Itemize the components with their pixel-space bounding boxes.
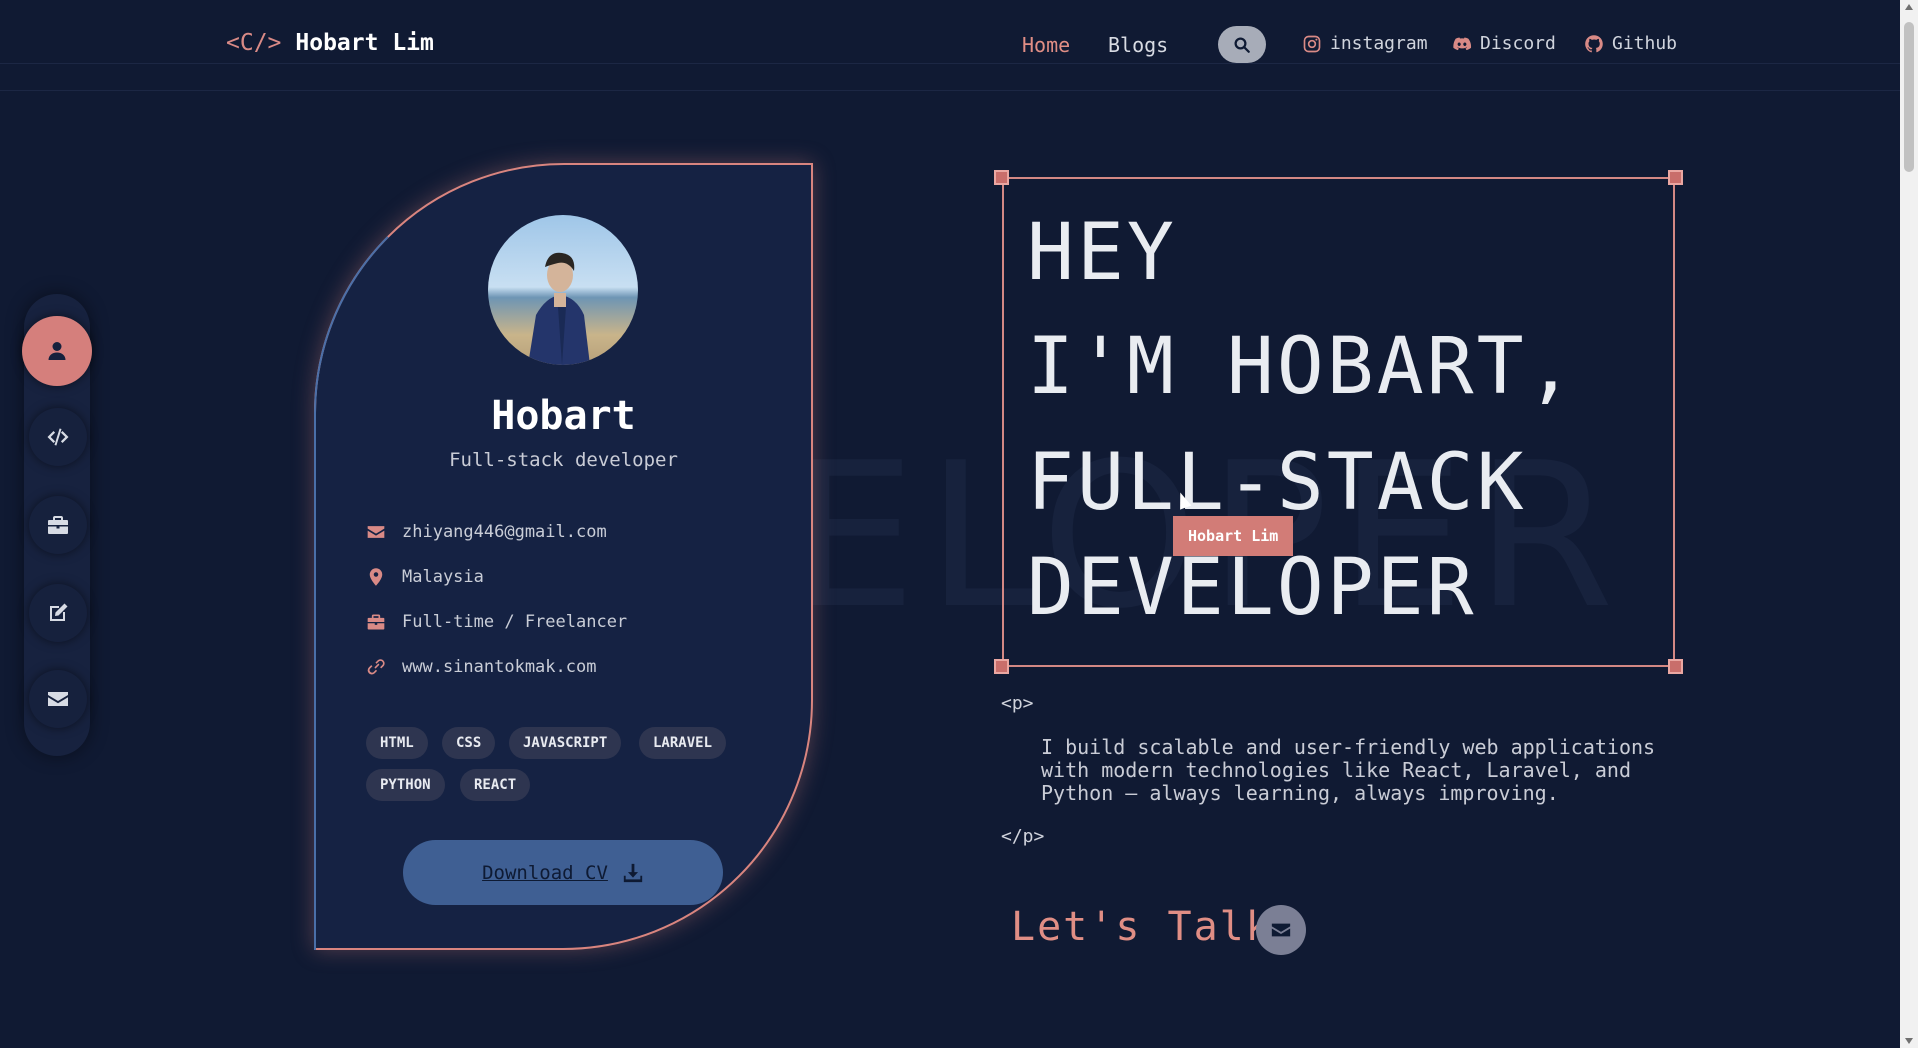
nav-home[interactable]: Home xyxy=(1022,33,1070,57)
download-cv-label: Download CV xyxy=(482,861,608,884)
briefcase-icon xyxy=(367,614,385,630)
info-location: Malaysia xyxy=(366,567,484,587)
link-icon xyxy=(367,659,385,675)
logo-bracket: <C/> xyxy=(226,30,282,56)
search-icon xyxy=(1234,37,1250,53)
social-github[interactable]: Github xyxy=(1584,33,1677,54)
skill-tag-python: PYTHON xyxy=(366,769,445,801)
skill-tag-css: CSS xyxy=(442,727,496,759)
logo-name: Hobart Lim xyxy=(295,30,434,56)
scroll-up-icon[interactable] xyxy=(1905,4,1913,10)
discord-icon xyxy=(1453,37,1472,50)
hero-line-2: I'M HOBART, xyxy=(1027,322,1577,412)
info-employment: Full-time / Freelancer xyxy=(366,612,627,632)
sidebar-item-skills[interactable] xyxy=(29,408,87,466)
social-instagram[interactable]: instagram xyxy=(1302,33,1428,54)
sidebar-item-contact[interactable] xyxy=(29,670,87,728)
envelope-icon xyxy=(1271,923,1291,937)
p-close-tag: </p> xyxy=(1001,826,1045,847)
map-pin-icon xyxy=(369,568,383,586)
site-logo[interactable]: <C/> Hobart Lim xyxy=(226,30,434,56)
social-instagram-label: instagram xyxy=(1330,33,1428,54)
avatar xyxy=(488,215,638,365)
page-scrollbar[interactable] xyxy=(1900,0,1918,1048)
profile-role: Full-stack developer xyxy=(449,449,678,471)
profile-name: Hobart xyxy=(491,393,636,439)
scroll-down-icon[interactable] xyxy=(1905,1038,1913,1044)
briefcase-icon xyxy=(48,516,68,534)
skill-tag-javascript: JAVASCRIPT xyxy=(509,727,622,759)
hero-line-3: FULL-STACK xyxy=(1027,438,1527,528)
sidebar-item-blog[interactable] xyxy=(29,584,87,642)
skill-tag-react: REACT xyxy=(460,769,531,801)
resize-handle-bottom-right[interactable] xyxy=(1668,659,1683,674)
p-open-tag: <p> xyxy=(1001,693,1034,714)
resize-handle-top-left[interactable] xyxy=(994,170,1009,185)
lets-talk-button[interactable] xyxy=(1256,905,1306,955)
github-icon xyxy=(1585,34,1603,52)
scrollbar-thumb[interactable] xyxy=(1904,22,1914,172)
info-website-text: www.sinantokmak.com xyxy=(402,657,597,677)
navbar-divider xyxy=(0,64,1900,91)
code-icon xyxy=(47,428,69,446)
social-discord[interactable]: Discord xyxy=(1452,33,1556,54)
info-location-text: Malaysia xyxy=(402,567,484,587)
hero-line-1: HEY xyxy=(1027,208,1177,298)
sidebar-item-experience[interactable] xyxy=(29,496,87,554)
social-github-label: Github xyxy=(1612,33,1678,54)
info-email[interactable]: zhiyang446@gmail.com xyxy=(366,522,607,542)
hero-name-tooltip: Hobart Lim xyxy=(1173,516,1294,556)
info-website[interactable]: www.sinantokmak.com xyxy=(366,657,596,677)
skill-tag-laravel: LARAVEL xyxy=(639,727,727,759)
resize-handle-bottom-left[interactable] xyxy=(994,659,1009,674)
info-email-text: zhiyang446@gmail.com xyxy=(402,522,607,542)
info-employment-text: Full-time / Freelancer xyxy=(402,612,628,632)
nav-blogs[interactable]: Blogs xyxy=(1108,33,1168,57)
envelope-icon xyxy=(48,692,68,706)
search-button[interactable] xyxy=(1218,26,1266,63)
lets-talk-heading[interactable]: Let's Talk xyxy=(1011,904,1272,950)
skill-tag-html: HTML xyxy=(366,727,428,759)
avatar-photo xyxy=(528,252,590,365)
social-discord-label: Discord xyxy=(1480,33,1556,54)
sidebar-item-about[interactable] xyxy=(22,316,92,386)
download-cv-button[interactable]: Download CV xyxy=(403,840,723,905)
user-icon xyxy=(48,342,66,360)
edit-icon xyxy=(50,603,68,621)
hero-line-4: DEVELOPER xyxy=(1027,543,1477,633)
envelope-icon xyxy=(367,526,385,538)
instagram-icon xyxy=(1303,35,1321,52)
resize-handle-top-right[interactable] xyxy=(1668,170,1683,185)
hero-description: I build scalable and user-friendly web a… xyxy=(1041,735,1656,805)
download-icon xyxy=(623,863,643,882)
